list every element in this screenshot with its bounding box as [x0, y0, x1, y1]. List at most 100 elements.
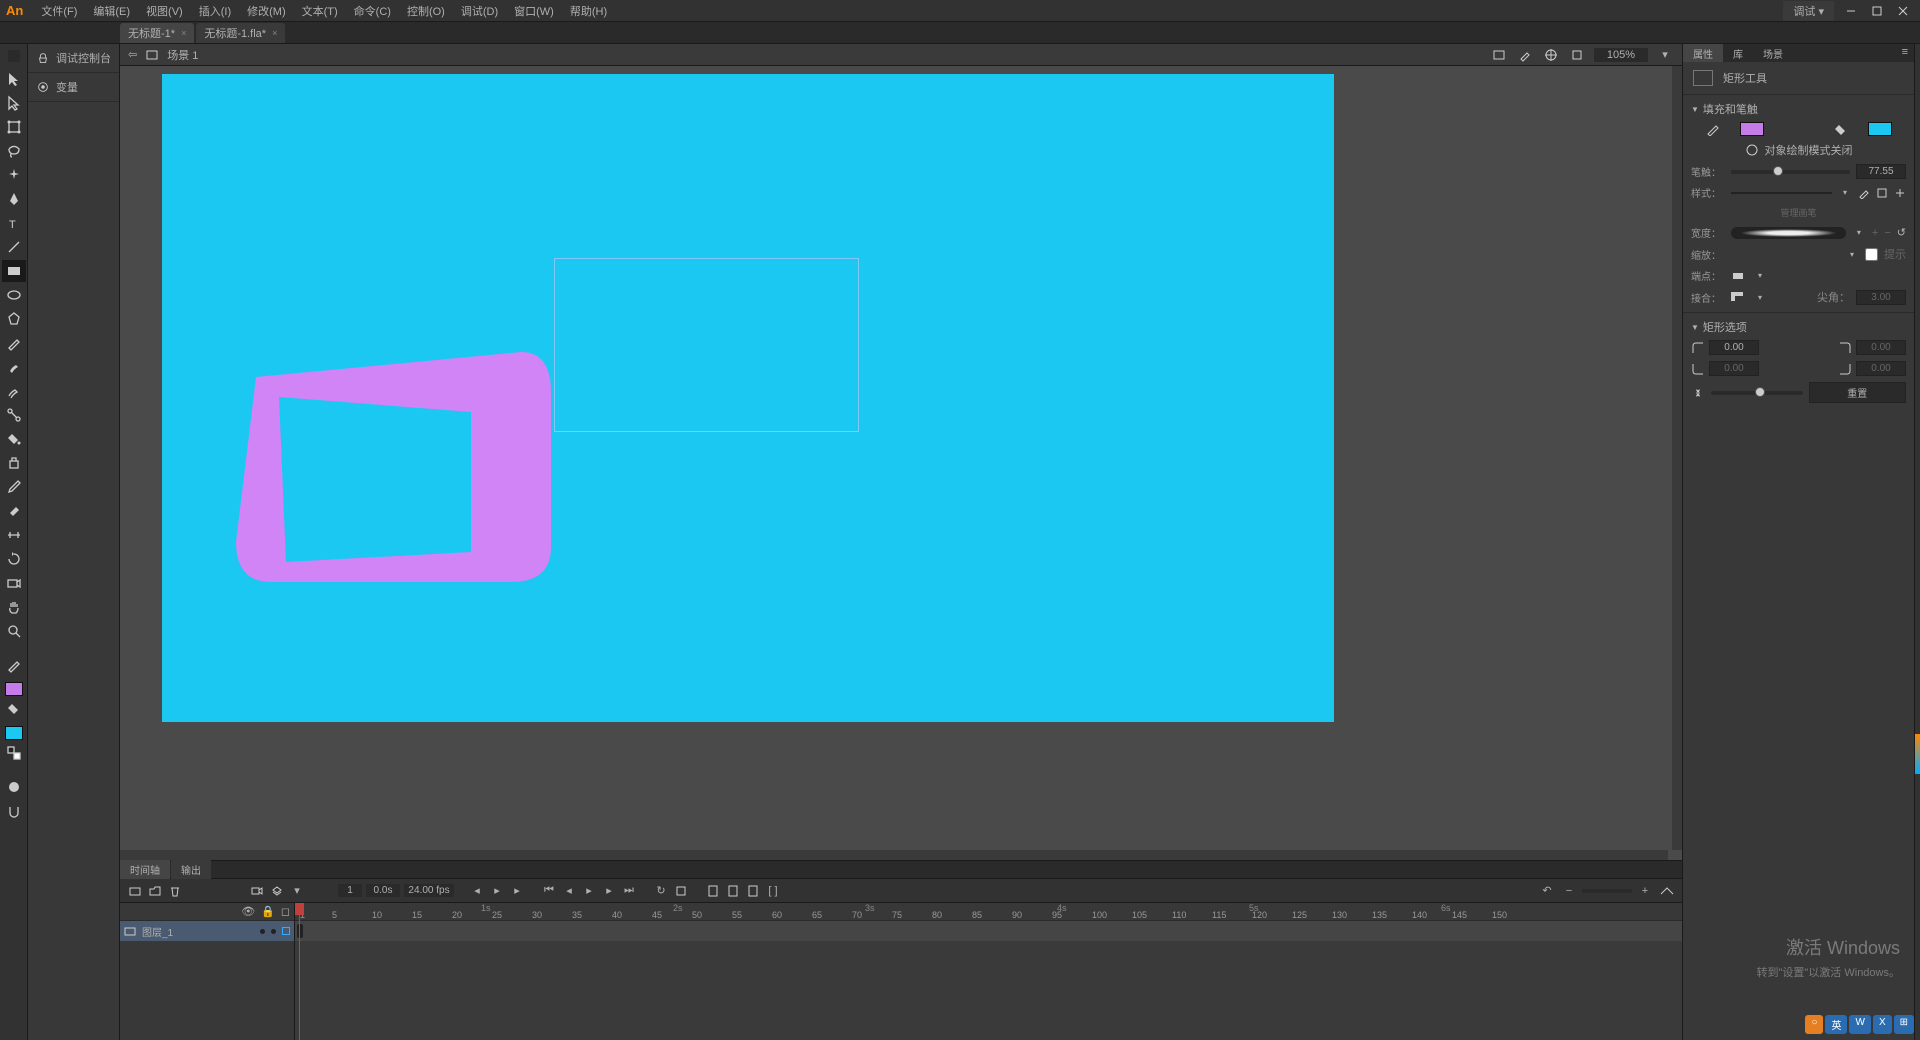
delete-layer-icon[interactable]	[166, 882, 184, 900]
reset-width-icon[interactable]: ↺	[1897, 226, 1906, 239]
loop-icon[interactable]: ↻	[652, 882, 670, 900]
resize-tl-icon[interactable]	[1658, 882, 1676, 900]
stroke-slider[interactable]	[1731, 170, 1850, 174]
timeline-track[interactable]	[295, 921, 1682, 941]
marker4-icon[interactable]: [ ]	[764, 882, 782, 900]
goto-first-icon[interactable]: ⏮	[540, 882, 558, 900]
zoom-in-tl-icon[interactable]: +	[1636, 882, 1654, 900]
outline-icon[interactable]: ◻	[281, 905, 290, 918]
menu-edit[interactable]: 编辑(E)	[85, 1, 138, 21]
variables-section[interactable]: 变量	[28, 73, 119, 102]
menu-commands[interactable]: 命令(C)	[346, 1, 399, 21]
stage[interactable]	[162, 74, 1334, 722]
brush-tool[interactable]	[2, 356, 26, 378]
reset-button[interactable]: 重置	[1809, 382, 1907, 403]
new-layer-icon[interactable]	[126, 882, 144, 900]
scale-dropdown[interactable]: ▾	[1845, 247, 1859, 261]
edit-style-icon[interactable]	[1858, 187, 1870, 199]
join-dropdown[interactable]: ▾	[1753, 290, 1767, 304]
fill-swatch[interactable]	[5, 726, 23, 740]
hint-checkbox[interactable]	[1865, 248, 1878, 261]
width-tool[interactable]	[2, 524, 26, 546]
layer-row[interactable]: 图层_1	[120, 921, 294, 941]
panel-grip[interactable]	[8, 50, 20, 62]
add-width-icon[interactable]: +	[1872, 227, 1878, 239]
doc-tab-1[interactable]: 无标题-1*×	[120, 23, 194, 43]
corner-tl-value[interactable]: 0.00	[1709, 340, 1759, 355]
menu-control[interactable]: 控制(O)	[399, 1, 453, 21]
section-rect-options[interactable]: ▼矩形选项	[1691, 317, 1906, 337]
menu-window[interactable]: 窗口(W)	[506, 1, 562, 21]
timeline-ruler[interactable]: 1s2s3s4s5s6s1510152025303540455055606570…	[295, 903, 1682, 921]
undo-icon[interactable]: ↶	[1538, 882, 1556, 900]
width-profile[interactable]	[1731, 227, 1846, 239]
menu-debug[interactable]: 调试(D)	[453, 1, 506, 21]
swap-colors[interactable]	[2, 742, 26, 764]
pen-tool[interactable]	[2, 188, 26, 210]
line-tool[interactable]	[2, 236, 26, 258]
brush-lib-icon[interactable]	[1876, 187, 1888, 199]
goto-last-icon[interactable]: ⏭	[620, 882, 638, 900]
eye-icon[interactable]: 👁	[241, 905, 255, 918]
prev-frame-icon[interactable]: ◂	[560, 882, 578, 900]
close-button[interactable]	[1892, 3, 1914, 19]
marker3-icon[interactable]	[744, 882, 762, 900]
menu-modify[interactable]: 修改(M)	[239, 1, 294, 21]
center-stage-icon[interactable]	[1542, 46, 1560, 64]
paint-bucket-tool[interactable]	[2, 428, 26, 450]
eyedropper-tool[interactable]	[2, 476, 26, 498]
snap-toggle[interactable]	[2, 800, 26, 822]
layer-name[interactable]: 图层_1	[142, 924, 254, 939]
badge-4[interactable]: ⊞	[1894, 1015, 1914, 1034]
tab-library[interactable]: 库	[1723, 44, 1753, 62]
menu-file[interactable]: 文件(F)	[33, 1, 85, 21]
onion-skin-icon[interactable]	[672, 882, 690, 900]
fill-color-tool[interactable]	[2, 698, 26, 720]
doc-tab-2[interactable]: 无标题-1.fla*×	[196, 23, 285, 43]
stroke-color-tool[interactable]	[2, 654, 26, 676]
step-back-icon[interactable]: ◂	[468, 882, 486, 900]
strip-tag[interactable]	[1915, 734, 1920, 774]
play-icon[interactable]: ▸	[488, 882, 506, 900]
fill-color-swatch[interactable]	[1868, 122, 1892, 136]
tl-zoom-slider[interactable]	[1582, 889, 1632, 893]
section-fill-stroke[interactable]: ▼填充和笔触	[1691, 99, 1906, 119]
clip-icon[interactable]	[1490, 46, 1508, 64]
tab-properties[interactable]: 属性	[1683, 44, 1723, 62]
play2-icon[interactable]: ▸	[580, 882, 598, 900]
edit-scene-icon[interactable]	[1516, 46, 1534, 64]
cap-dropdown[interactable]: ▾	[1753, 269, 1767, 283]
badge-1[interactable]: 英	[1825, 1015, 1847, 1034]
timeline-frames[interactable]: 1s2s3s4s5s6s1510152025303540455055606570…	[295, 903, 1682, 1040]
del-width-icon[interactable]: −	[1884, 227, 1890, 239]
add-style-icon[interactable]	[1894, 187, 1906, 199]
camera-toggle-icon[interactable]	[248, 882, 266, 900]
close-icon[interactable]: ×	[272, 28, 277, 38]
free-transform-tool[interactable]	[2, 116, 26, 138]
h-scrollbar[interactable]	[120, 850, 1668, 860]
outline-color[interactable]	[282, 927, 290, 935]
tab-output[interactable]: 输出	[171, 860, 211, 879]
fps-value[interactable]: 24.00 fps	[404, 884, 454, 897]
step-fwd-icon[interactable]: ▸	[508, 882, 526, 900]
ink-bottle-tool[interactable]	[2, 452, 26, 474]
drawn-shape[interactable]	[226, 282, 556, 582]
text-tool[interactable]: T	[2, 212, 26, 234]
lock-dot[interactable]	[271, 929, 276, 934]
rotation-tool[interactable]	[2, 548, 26, 570]
maximize-button[interactable]	[1866, 3, 1888, 19]
stroke-color-swatch[interactable]	[1740, 122, 1764, 136]
polystar-tool[interactable]	[2, 308, 26, 330]
new-folder-icon[interactable]	[146, 882, 164, 900]
cap-icon[interactable]	[1731, 270, 1747, 282]
corner-slider[interactable]	[1711, 391, 1803, 395]
tab-timeline[interactable]: 时间轴	[120, 860, 170, 879]
close-icon[interactable]: ×	[181, 28, 186, 38]
tab-scene[interactable]: 场景	[1753, 44, 1793, 62]
marker1-icon[interactable]	[704, 882, 722, 900]
selection-tool[interactable]	[2, 68, 26, 90]
object-draw-icon[interactable]	[1745, 143, 1759, 157]
zoom-tool[interactable]	[2, 620, 26, 642]
paint-brush-tool[interactable]	[2, 380, 26, 402]
camera-tool[interactable]	[2, 572, 26, 594]
